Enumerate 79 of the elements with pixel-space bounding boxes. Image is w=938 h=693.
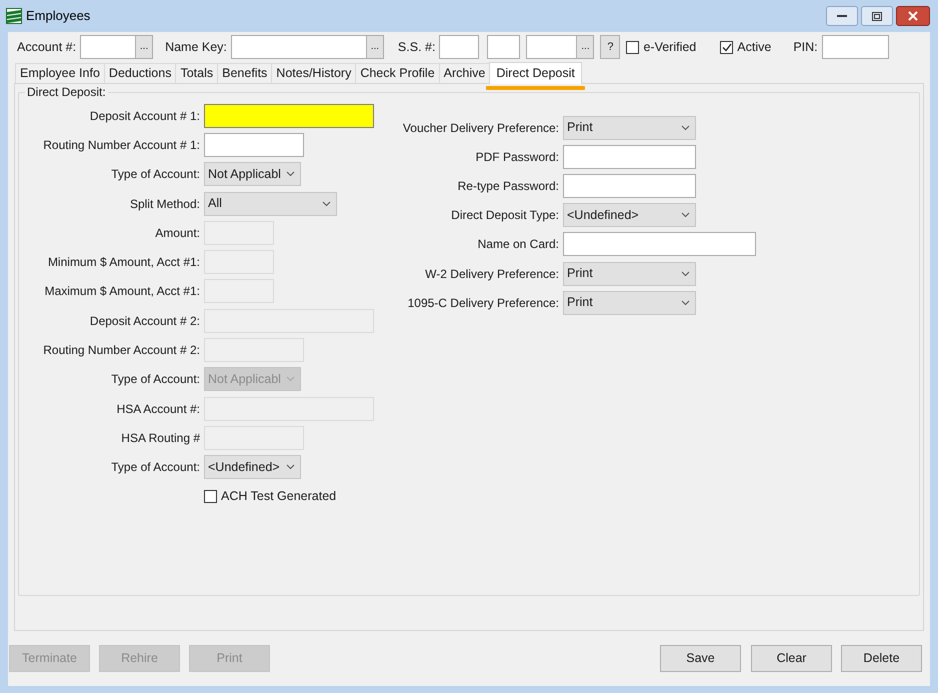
chevron-icon	[286, 376, 295, 382]
field-label: Split Method:	[128, 196, 201, 213]
help-button[interactable]: ?	[600, 35, 620, 59]
field-label: Minimum $ Amount, Acct #1:	[46, 254, 201, 272]
maximize-button[interactable]	[861, 6, 893, 26]
checkbox[interactable]	[720, 40, 734, 54]
chevron-icon	[681, 124, 690, 131]
browse-button[interactable]: ...	[135, 36, 152, 58]
field-label: Routing Number Account # 1:	[42, 136, 201, 154]
checkbox-label: ACH Test Generated	[221, 488, 336, 506]
window-title: Employees	[26, 7, 90, 26]
tab[interactable]: Archive	[438, 63, 490, 83]
minimize-button[interactable]	[826, 6, 858, 26]
field-label: S.S. #:	[398, 38, 436, 56]
maximize-icon	[872, 12, 882, 20]
browse-button[interactable]: ...	[576, 36, 594, 58]
field-label: Re-type Password:	[456, 178, 560, 195]
dropdown[interactable]: Print	[563, 262, 696, 286]
field-label: PDF Password:	[474, 148, 560, 166]
field-label: 1095-C Delivery Preference:	[406, 294, 560, 312]
browse-button[interactable]: ...	[366, 36, 383, 58]
input-field[interactable]	[822, 35, 889, 59]
field-label: PIN:	[793, 38, 818, 56]
field-label: Maximum $ Amount, Acct #1:	[44, 283, 201, 300]
close-icon	[908, 11, 918, 21]
field-label: Direct Deposit Type:	[450, 207, 560, 224]
field-label: Name on Card:	[476, 236, 560, 254]
action-button[interactable]: Delete	[841, 645, 922, 672]
minimize-icon	[837, 14, 847, 18]
tab[interactable]: Employee Info	[15, 63, 104, 83]
tab[interactable]: Deductions	[104, 63, 176, 83]
tab[interactable]: Notes/History	[271, 63, 356, 83]
app-icon	[6, 8, 22, 24]
dropdown[interactable]: <Undefined>	[204, 455, 301, 480]
input-field[interactable]	[563, 144, 696, 169]
input-field[interactable]	[563, 232, 756, 256]
input-field[interactable]	[204, 104, 374, 128]
chevron-icon	[286, 171, 295, 178]
input-field[interactable]	[487, 35, 520, 59]
field-label: Name Key:	[165, 38, 227, 56]
action-button[interactable]: Clear	[751, 645, 832, 672]
dropdown[interactable]: Not Applicabl	[204, 162, 301, 186]
tab[interactable]: Benefits	[217, 63, 272, 83]
chevron-icon	[286, 464, 295, 470]
dropdown[interactable]: Print	[563, 116, 696, 140]
action-button[interactable]: Save	[660, 645, 741, 672]
field-label: Voucher Delivery Preference:	[402, 120, 560, 137]
group-title: Direct Deposit:	[26, 86, 107, 98]
chevron-icon	[681, 212, 690, 218]
field-label: Type of Account:	[110, 459, 201, 476]
tab[interactable]: Check Profile	[355, 63, 439, 83]
field-label: Deposit Account # 1:	[88, 108, 201, 125]
field-label: W-2 Delivery Preference:	[424, 266, 560, 283]
input-field[interactable]	[439, 35, 480, 59]
dropdown[interactable]: All	[204, 192, 337, 216]
input-field[interactable]: ...	[526, 35, 594, 59]
dropdown[interactable]: Print	[563, 290, 696, 315]
tab[interactable]: Totals	[175, 63, 218, 83]
chevron-icon	[322, 200, 331, 207]
field-label: HSA Routing #	[120, 430, 201, 447]
close-button[interactable]	[896, 6, 930, 26]
checkbox[interactable]	[204, 490, 217, 503]
checkbox[interactable]	[626, 40, 640, 54]
chevron-icon	[681, 270, 690, 277]
field-label: Routing Number Account # 2:	[42, 342, 201, 360]
field-label: Type of Account:	[110, 166, 201, 184]
field-label: Account #:	[17, 38, 76, 56]
input-field[interactable]: ...	[80, 35, 154, 59]
field-label: Deposit Account # 2:	[88, 312, 201, 330]
input-field[interactable]	[204, 132, 304, 157]
field-label: HSA Account #:	[116, 400, 201, 418]
input-field[interactable]	[563, 174, 696, 198]
input-field[interactable]: ...	[230, 35, 384, 59]
field-label: Amount:	[154, 224, 201, 242]
checkbox-label: e-Verified	[643, 38, 696, 56]
checkbox-label: Active	[737, 38, 772, 56]
field-label: Type of Account:	[110, 371, 201, 388]
dropdown[interactable]: <Undefined>	[563, 203, 696, 228]
chevron-icon	[681, 300, 690, 306]
